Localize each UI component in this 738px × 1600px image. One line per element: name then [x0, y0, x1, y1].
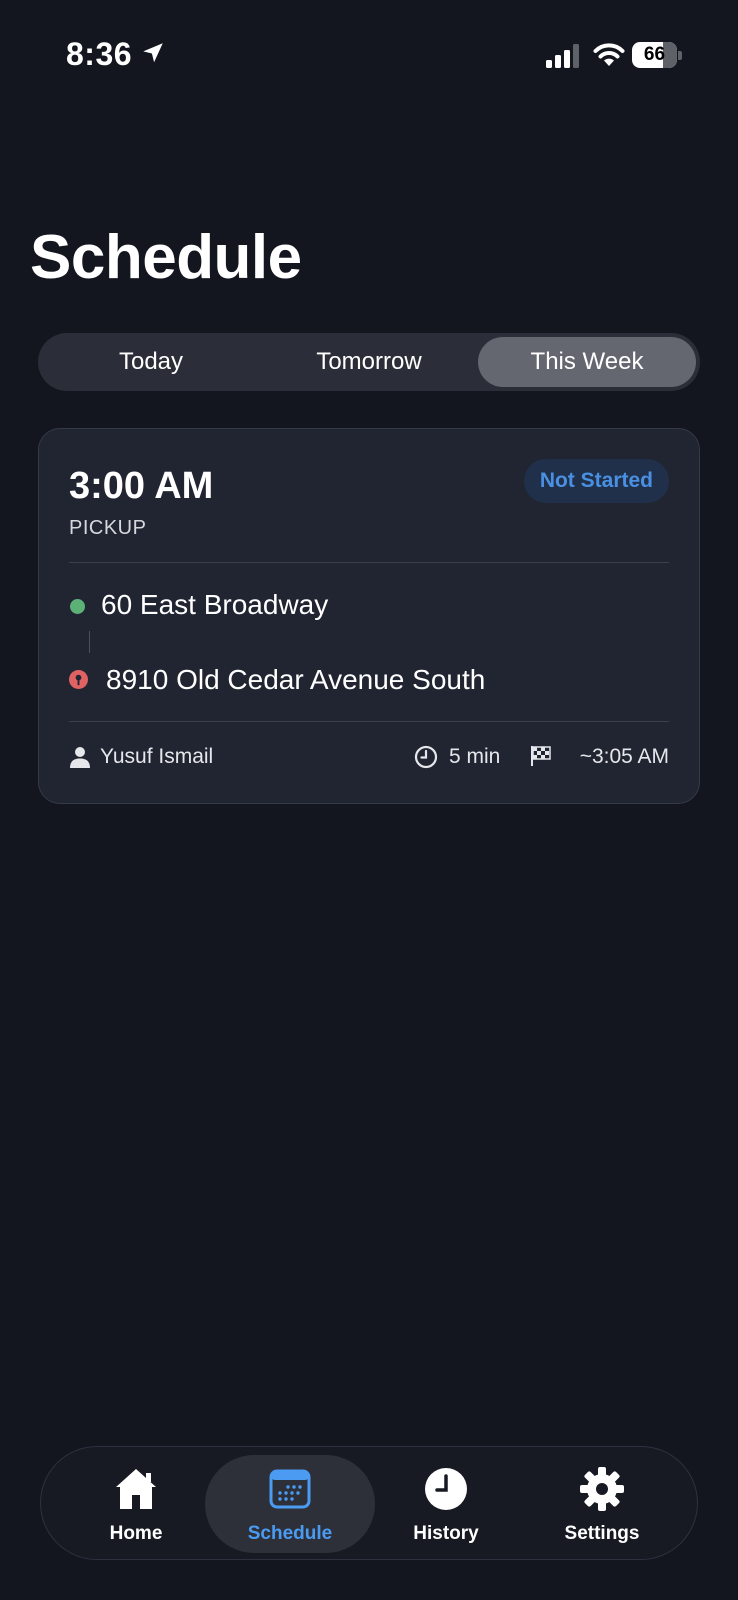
status-bar: 8:36 66: [0, 0, 738, 110]
divider: [69, 562, 669, 563]
divider: [69, 721, 669, 722]
status-time: 8:36: [66, 36, 133, 72]
ride-time: 3:00 AM: [69, 465, 214, 507]
schedule-screen: 8:36 66 Schedule Today Tomorrow This Wee…: [0, 0, 738, 1600]
calendar-icon: [269, 1469, 311, 1509]
segment-this-week[interactable]: This Week: [478, 337, 696, 387]
page-title: Schedule: [30, 223, 302, 292]
clock-icon: [414, 745, 438, 769]
person-icon: [70, 747, 90, 768]
tab-schedule-label: Schedule: [247, 1523, 333, 1544]
tab-home-label: Home: [109, 1523, 163, 1544]
tab-settings[interactable]: Settings: [517, 1455, 687, 1553]
tab-bar: Home Schedule History Settings: [40, 1446, 698, 1560]
pickup-dot-icon: [70, 599, 85, 614]
status-badge: Not Started: [523, 459, 669, 503]
route-connector-line: [89, 631, 90, 653]
cellular-signal-icon: [546, 44, 579, 68]
tab-settings-label: Settings: [564, 1523, 640, 1544]
ride-duration: 5 min: [449, 745, 501, 768]
tab-history-label: History: [413, 1523, 479, 1544]
location-arrow-icon: [143, 43, 163, 63]
ride-card[interactable]: 3:00 AM PICKUP Not Started 60 East Broad…: [38, 428, 700, 804]
checkered-flag-icon: [531, 746, 551, 766]
dropoff-address: 8910 Old Cedar Avenue South: [106, 664, 486, 695]
driver-name: Yusuf Ismail: [100, 745, 214, 768]
gear-icon: [580, 1467, 624, 1511]
ride-type: PICKUP: [69, 517, 147, 539]
wifi-icon: [593, 43, 625, 66]
segment-today[interactable]: Today: [42, 337, 260, 387]
tab-schedule[interactable]: Schedule: [205, 1455, 375, 1553]
estimated-arrival: ~3:05 AM: [579, 745, 669, 768]
date-range-segmented-control: Today Tomorrow This Week: [38, 333, 700, 391]
dropoff-pin-icon: [69, 670, 88, 689]
battery-level: 66: [643, 44, 666, 65]
ride-details-row: Yusuf Ismail 5 min ~3:05 AM: [69, 729, 669, 787]
pickup-address: 60 East Broadway: [101, 589, 329, 620]
clock-icon: [425, 1468, 467, 1510]
segment-tomorrow[interactable]: Tomorrow: [260, 337, 478, 387]
house-icon: [116, 1469, 156, 1509]
battery-icon: 66: [632, 42, 682, 68]
tab-home[interactable]: Home: [51, 1455, 221, 1553]
tab-history[interactable]: History: [361, 1455, 531, 1553]
